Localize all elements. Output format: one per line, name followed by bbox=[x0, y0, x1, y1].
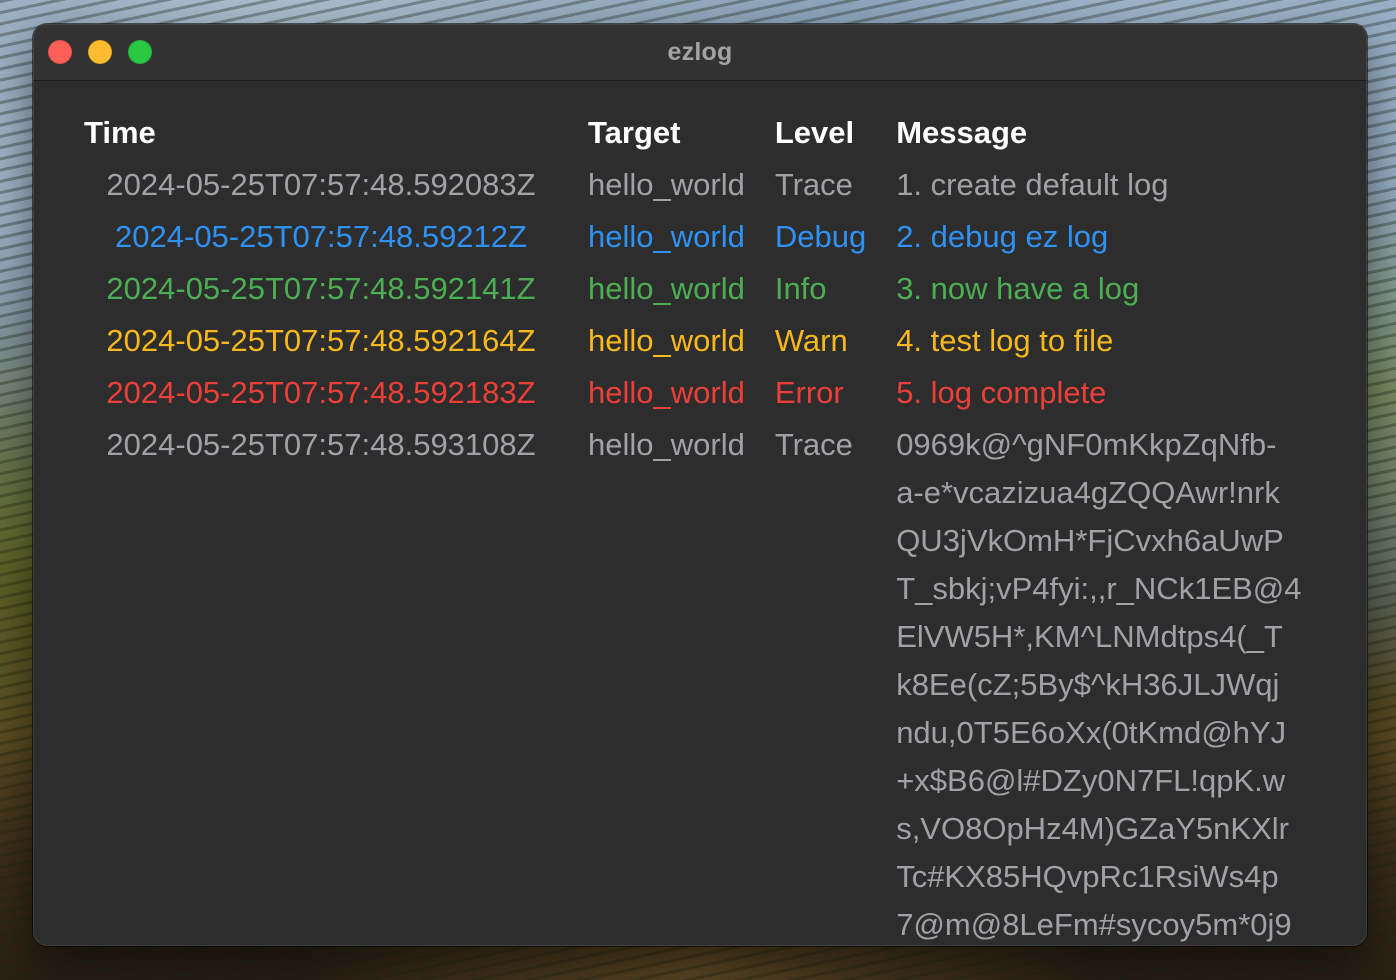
log-view: Time Target Level Message 2024-05-25T07:… bbox=[33, 81, 1367, 946]
window-title: ezlog bbox=[667, 38, 733, 66]
log-message: 4. test log to file bbox=[896, 323, 1114, 358]
log-row[interactable]: 2024-05-25T07:57:48.593108Z hello_world … bbox=[69, 421, 1323, 946]
log-message: 5. log complete bbox=[896, 375, 1107, 410]
log-level: Info bbox=[774, 271, 827, 306]
log-message: 2. debug ez log bbox=[896, 219, 1109, 254]
log-time: 2024-05-25T07:57:48.592141Z bbox=[106, 271, 536, 306]
log-message: 3. now have a log bbox=[896, 271, 1140, 306]
log-message-line: a-e*vcazizua4gZQQAwr!nrk bbox=[896, 475, 1280, 510]
log-table: Time Target Level Message 2024-05-25T07:… bbox=[69, 107, 1323, 946]
log-target: hello_world bbox=[588, 271, 745, 306]
log-level: Trace bbox=[774, 427, 853, 462]
log-message-line: s,VO8OpHz4M)GZaY5nKXlr bbox=[896, 811, 1289, 846]
log-target: hello_world bbox=[588, 427, 745, 462]
log-row[interactable]: 2024-05-25T07:57:48.59212Z hello_world D… bbox=[69, 213, 1323, 265]
app-window: ezlog Time Target Level Message 2024-05-… bbox=[33, 24, 1367, 946]
log-target: hello_world bbox=[588, 375, 745, 410]
log-message-line: 0969k@^gNF0mKkpZqNfb- bbox=[896, 427, 1277, 462]
log-row[interactable]: 2024-05-25T07:57:48.592083Z hello_world … bbox=[69, 159, 1323, 213]
log-time: 2024-05-25T07:57:48.59212Z bbox=[115, 219, 527, 254]
log-message: 0969k@^gNF0mKkpZqNfb- a-e*vcazizua4gZQQA… bbox=[881, 421, 1323, 946]
log-target: hello_world bbox=[588, 219, 745, 254]
column-header-time[interactable]: Time bbox=[69, 107, 573, 159]
log-message-line: Tc#KX85HQvpRc1RsiWs4p bbox=[896, 859, 1279, 894]
log-row[interactable]: 2024-05-25T07:57:48.592164Z hello_world … bbox=[69, 317, 1323, 369]
log-message-line: k8Ee(cZ;5By$^kH36JLJWqj bbox=[896, 667, 1280, 702]
log-time: 2024-05-25T07:57:48.592083Z bbox=[106, 167, 536, 202]
header-row: Time Target Level Message bbox=[69, 107, 1323, 159]
log-level: Error bbox=[774, 375, 844, 410]
log-message: 1. create default log bbox=[896, 167, 1169, 202]
log-level: Debug bbox=[774, 219, 867, 254]
log-target: hello_world bbox=[588, 323, 745, 358]
log-time: 2024-05-25T07:57:48.592164Z bbox=[106, 323, 536, 358]
log-message-line: ndu,0T5E6oXx(0tKmd@hYJ bbox=[896, 715, 1287, 750]
log-message-line: 7@m@8LeFm#sycoy5m*0j9 bbox=[896, 907, 1292, 942]
log-message-line: ElVW5H*,KM^LNMdtps4(_T bbox=[896, 619, 1283, 654]
column-header-message[interactable]: Message bbox=[881, 107, 1323, 159]
log-target: hello_world bbox=[588, 167, 745, 202]
log-message-line: +x$B6@l#DZy0N7FL!qpK.w bbox=[896, 763, 1286, 798]
column-header-target[interactable]: Target bbox=[573, 107, 760, 159]
log-time: 2024-05-25T07:57:48.592183Z bbox=[106, 375, 536, 410]
log-time: 2024-05-25T07:57:48.593108Z bbox=[106, 427, 536, 462]
log-row[interactable]: 2024-05-25T07:57:48.592141Z hello_world … bbox=[69, 265, 1323, 317]
column-header-level[interactable]: Level bbox=[760, 107, 881, 159]
log-level: Trace bbox=[774, 167, 853, 202]
log-level: Warn bbox=[774, 323, 848, 358]
log-message-line: T_sbkj;vP4fyi:,,r_NCk1EB@4 bbox=[896, 571, 1302, 606]
log-message-line: QU3jVkOmH*FjCvxh6aUwP bbox=[896, 523, 1284, 558]
log-row[interactable]: 2024-05-25T07:57:48.592183Z hello_world … bbox=[69, 369, 1323, 421]
title-bar[interactable]: ezlog bbox=[33, 24, 1367, 81]
